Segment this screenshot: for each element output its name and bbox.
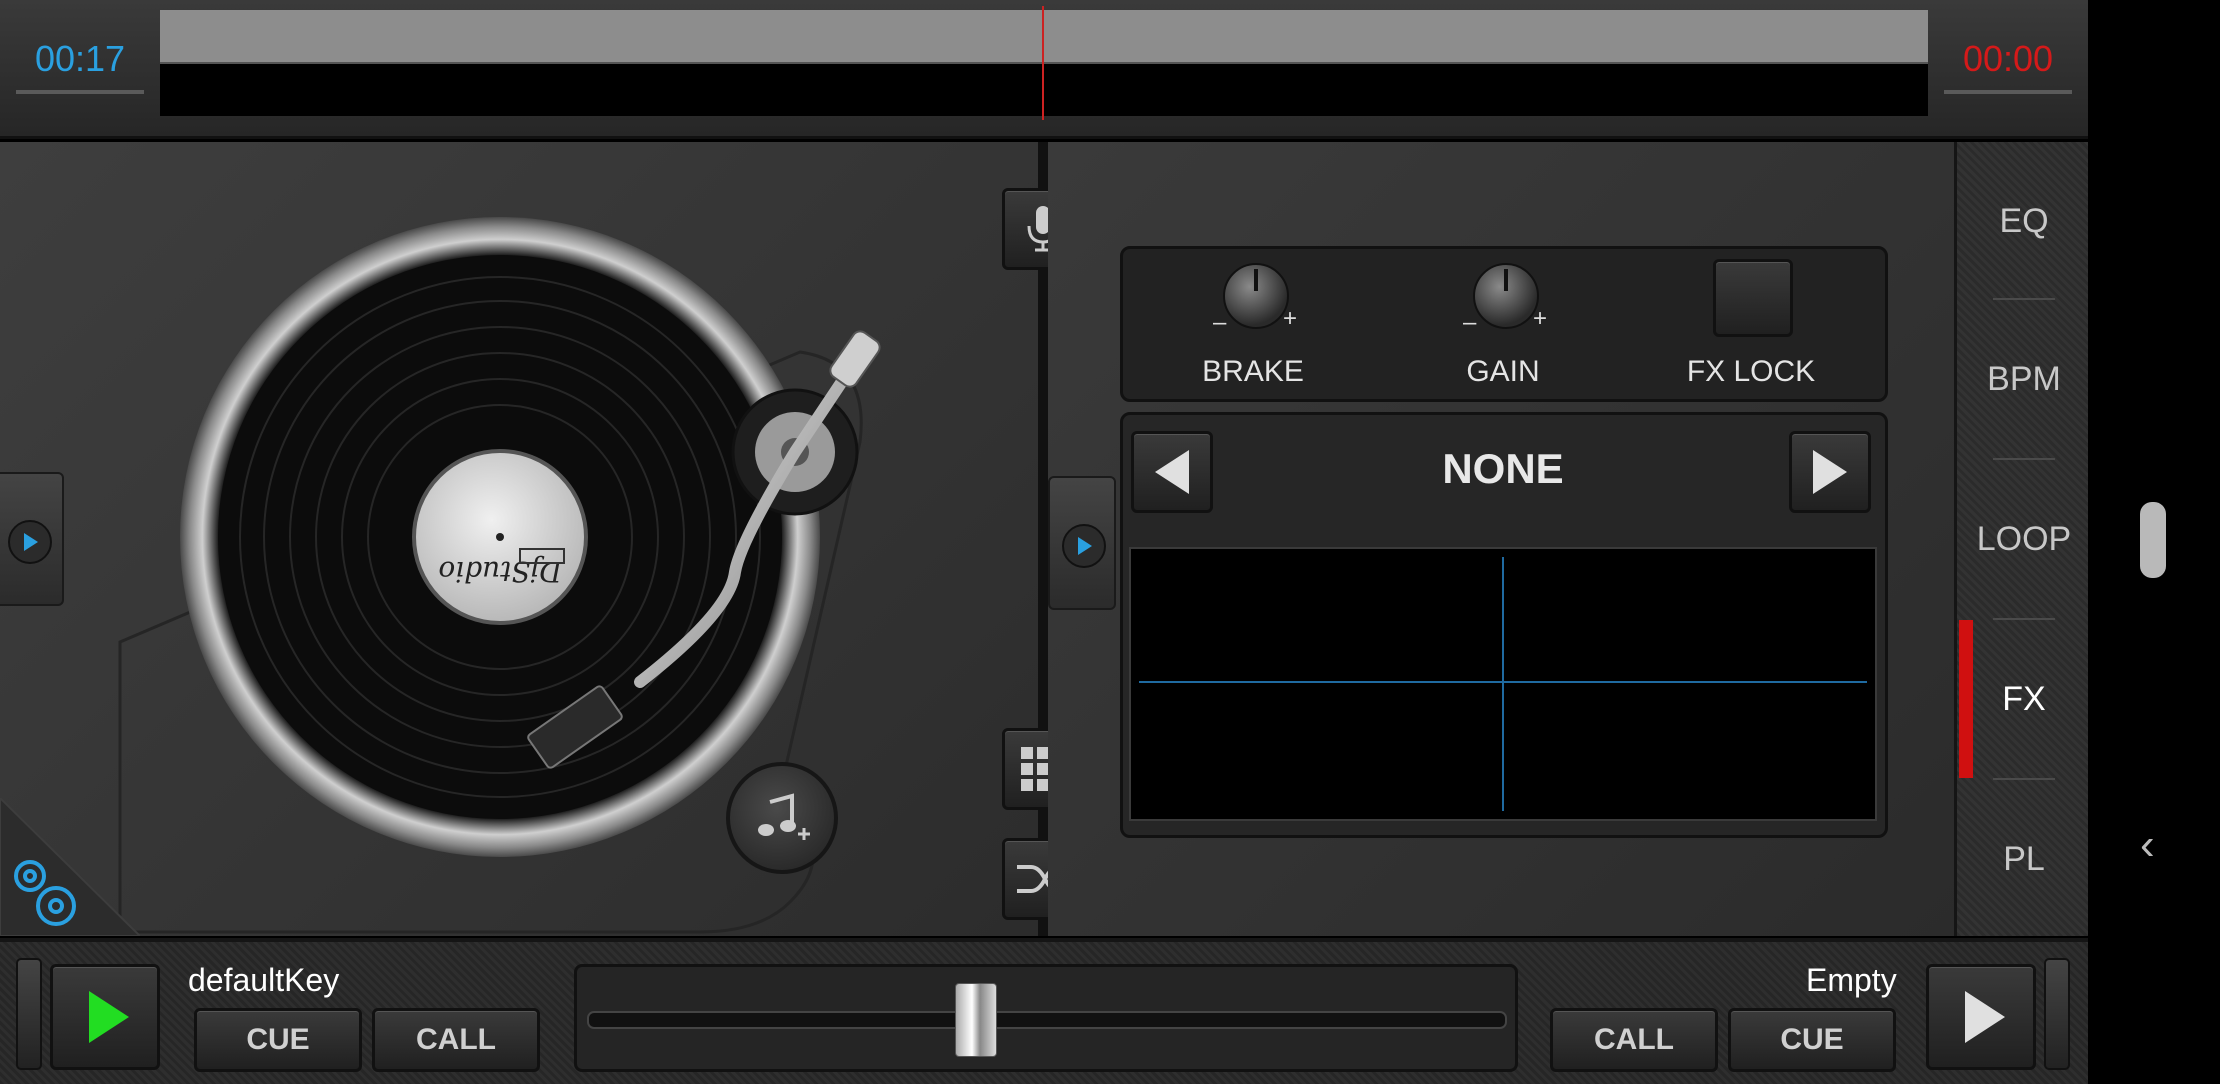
- brake-label: BRAKE: [1202, 355, 1304, 388]
- play-icon: [89, 991, 129, 1043]
- effect-box: NONE: [1120, 412, 1888, 838]
- left-call-button[interactable]: CALL: [372, 1008, 540, 1072]
- add-music-button[interactable]: [726, 762, 838, 874]
- waveform-detail[interactable]: [160, 64, 1928, 116]
- gain-knob[interactable]: [1473, 263, 1539, 329]
- fx-xy-pad[interactable]: [1129, 547, 1877, 821]
- left-deck-time: 00:17: [16, 28, 144, 94]
- gear-icon: [0, 796, 143, 937]
- bottom-bar: defaultKey CUE CALL Empty CALL CUE: [0, 938, 2088, 1084]
- crossfader-track: [587, 1011, 1507, 1029]
- fx-lock-toggle[interactable]: [1713, 259, 1793, 337]
- left-pitch-handle[interactable]: [16, 958, 42, 1070]
- brake-minus-sign: –: [1213, 309, 1227, 336]
- top-bar: 00:17 00:00: [0, 0, 2088, 139]
- gain-minus-sign: –: [1463, 309, 1477, 336]
- left-deck-expand-icon: [8, 520, 52, 564]
- gain-label: GAIN: [1466, 355, 1540, 388]
- next-effect-button[interactable]: [1789, 431, 1871, 513]
- waveform-overview[interactable]: [160, 10, 1928, 64]
- crossfader-thumb[interactable]: [954, 983, 997, 1057]
- fx-lock-label: FX LOCK: [1686, 355, 1816, 388]
- xy-pad-vertical-line: [1502, 557, 1504, 811]
- tab-fx[interactable]: FX: [1957, 620, 2091, 778]
- arrow-left-icon: [1155, 450, 1189, 494]
- right-call-button[interactable]: CALL: [1550, 1008, 1718, 1072]
- left-play-button[interactable]: [50, 964, 160, 1070]
- back-chevron-icon[interactable]: ‹: [2140, 820, 2155, 870]
- fx-panel: – + BRAKE – + GAIN FX LOCK NONE: [1048, 142, 1954, 936]
- effect-name: NONE: [1442, 445, 1564, 492]
- playhead-marker: [1042, 6, 1044, 120]
- tab-pl[interactable]: PL: [1957, 780, 2091, 938]
- tab-loop[interactable]: LOOP: [1957, 460, 2091, 618]
- left-cue-button[interactable]: CUE: [194, 1008, 362, 1072]
- left-deck-expand-tab[interactable]: [0, 472, 64, 606]
- right-play-button[interactable]: [1926, 964, 2036, 1070]
- fx-controls-box: – + BRAKE – + GAIN FX LOCK: [1120, 246, 1888, 402]
- record-label-text: DjStudio: [438, 555, 562, 588]
- arrow-right-icon: [1813, 450, 1847, 494]
- right-track-name: Empty: [1806, 962, 1897, 998]
- tab-bpm[interactable]: BPM: [1957, 300, 2091, 458]
- gain-plus-sign: +: [1533, 305, 1548, 332]
- left-deck: DjStudio: [0, 142, 1042, 937]
- scrollbar-thumb[interactable]: [2140, 502, 2166, 578]
- music-add-icon: [758, 793, 810, 840]
- brake-knob[interactable]: [1223, 263, 1289, 329]
- right-deck-expand-tab[interactable]: [1048, 476, 1116, 610]
- right-cue-button[interactable]: CUE: [1728, 1008, 1896, 1072]
- play-icon: [1965, 991, 2005, 1043]
- turntable[interactable]: DjStudio: [0, 142, 1038, 936]
- right-deck-expand-icon: [1062, 524, 1106, 568]
- prev-effect-button[interactable]: [1131, 431, 1213, 513]
- left-track-name: defaultKey: [188, 962, 340, 998]
- tab-sidebar: EQ BPM LOOP FX PL: [1954, 142, 2091, 936]
- brake-plus-sign: +: [1283, 305, 1298, 332]
- right-pitch-handle[interactable]: [2044, 958, 2070, 1070]
- right-deck-time: 00:00: [1944, 28, 2072, 94]
- crossfader[interactable]: [574, 964, 1518, 1072]
- tab-eq[interactable]: EQ: [1957, 142, 2091, 300]
- settings-button[interactable]: [0, 796, 143, 937]
